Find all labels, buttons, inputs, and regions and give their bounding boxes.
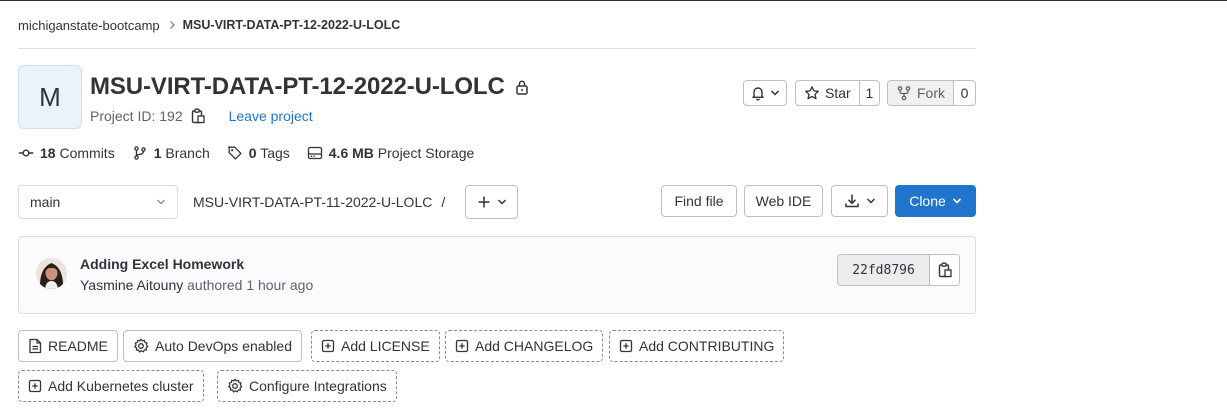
disk-icon <box>307 145 323 161</box>
plus-icon <box>477 195 491 209</box>
star-icon <box>804 85 820 101</box>
commits-link[interactable]: 18 Commits <box>18 145 115 161</box>
breadcrumb-group-link[interactable]: michiganstate-bootcamp <box>18 18 160 33</box>
add-kubernetes-button[interactable]: Add Kubernetes cluster <box>18 370 204 402</box>
add-contributing-button[interactable]: Add CONTRIBUTING <box>609 330 785 362</box>
tags-count: 0 <box>248 145 257 161</box>
star-label: Star <box>825 85 851 101</box>
find-file-label: Find file <box>674 193 724 209</box>
web-ide-button[interactable]: Web IDE <box>744 185 823 217</box>
repo-path-breadcrumb: MSU-VIRT-DATA-PT-11-2022-U-LOLC / <box>193 193 445 211</box>
fork-count[interactable]: 0 <box>953 81 975 105</box>
gear-icon <box>133 338 149 354</box>
commit-icon <box>18 145 34 161</box>
project-title: MSU-VIRT-DATA-PT-12-2022-U-LOLC <box>90 72 529 102</box>
project-name: MSU-VIRT-DATA-PT-12-2022-U-LOLC <box>90 73 505 100</box>
top-border <box>0 0 1227 1</box>
plus-square-icon <box>619 339 633 353</box>
add-kubernetes-label: Add Kubernetes cluster <box>48 378 194 394</box>
clone-label: Clone <box>909 193 946 209</box>
chevron-right-icon <box>168 20 176 30</box>
fork-main[interactable]: Fork <box>888 81 953 105</box>
commit-sha[interactable]: 22fd8796 <box>838 255 930 285</box>
chevron-down-icon <box>866 197 876 205</box>
plus-square-icon <box>28 379 42 393</box>
divider <box>18 48 976 49</box>
find-file-button[interactable]: Find file <box>661 185 737 217</box>
project-id: Project ID: 192 <box>90 108 183 124</box>
star-button[interactable]: Star 1 <box>795 80 880 106</box>
branches-link[interactable]: 1 Branch <box>132 145 210 161</box>
breadcrumb-project-link[interactable]: MSU-VIRT-DATA-PT-12-2022-U-LOLC <box>183 18 401 32</box>
leave-project-link[interactable]: Leave project <box>229 108 313 124</box>
fork-label: Fork <box>917 85 945 101</box>
readme-button[interactable]: README <box>18 330 118 362</box>
commits-count: 18 <box>40 145 56 161</box>
fork-button[interactable]: Fork 0 <box>887 80 976 106</box>
star-main[interactable]: Star <box>796 81 859 105</box>
chevron-down-icon <box>497 198 507 206</box>
storage-link[interactable]: 4.6 MB Project Storage <box>307 145 475 161</box>
copy-project-id-icon[interactable] <box>191 108 205 124</box>
fork-icon <box>896 85 912 101</box>
lock-icon <box>515 79 529 95</box>
chevron-down-icon <box>156 198 166 206</box>
auto-devops-label: Auto DevOps enabled <box>155 338 292 354</box>
add-changelog-label: Add CHANGELOG <box>475 338 594 354</box>
configure-integrations-button[interactable]: Configure Integrations <box>217 370 397 402</box>
commit-time: 1 hour ago <box>246 277 314 293</box>
readme-label: README <box>48 338 108 354</box>
plus-square-icon <box>321 339 335 353</box>
repo-root-link[interactable]: MSU-VIRT-DATA-PT-11-2022-U-LOLC <box>193 194 432 210</box>
notification-dropdown[interactable] <box>743 80 787 106</box>
plus-square-icon <box>455 339 469 353</box>
project-avatar: M <box>18 65 82 129</box>
project-stats: 18 Commits 1 Branch 0 Tags 4.6 MB Projec… <box>18 144 491 162</box>
branch-icon <box>132 145 148 161</box>
add-license-button[interactable]: Add LICENSE <box>311 330 440 362</box>
branch-selector[interactable]: main <box>18 185 178 219</box>
breadcrumb: michiganstate-bootcamp MSU-VIRT-DATA-PT-… <box>18 16 400 34</box>
project-avatar-letter: M <box>39 81 61 112</box>
auto-devops-button[interactable]: Auto DevOps enabled <box>123 330 302 362</box>
tag-icon <box>227 145 243 161</box>
gear-icon <box>227 378 243 394</box>
add-license-label: Add LICENSE <box>341 338 430 354</box>
add-contributing-label: Add CONTRIBUTING <box>639 338 775 354</box>
branch-selector-value: main <box>30 194 61 210</box>
document-icon <box>28 338 42 354</box>
branches-label: Branch <box>165 145 210 161</box>
clone-dropdown[interactable]: Clone <box>895 185 976 217</box>
bell-icon <box>750 85 766 101</box>
last-commit-panel: Adding Excel Homework Yasmine Aitouny au… <box>18 236 976 314</box>
storage-label: Project Storage <box>377 145 475 161</box>
commits-label: Commits <box>59 145 115 161</box>
chevron-down-icon <box>770 89 780 97</box>
web-ide-label: Web IDE <box>755 193 812 209</box>
configure-integrations-label: Configure Integrations <box>249 378 387 394</box>
storage-size: 4.6 MB <box>328 145 374 161</box>
branches-count: 1 <box>153 145 162 161</box>
path-separator: / <box>441 194 446 210</box>
commit-meta: Yasmine Aitouny authored 1 hour ago <box>80 277 313 293</box>
add-to-tree-dropdown[interactable] <box>465 185 518 219</box>
tags-label: Tags <box>260 145 290 161</box>
author-avatar[interactable] <box>36 258 67 289</box>
commit-title[interactable]: Adding Excel Homework <box>80 256 244 272</box>
star-count[interactable]: 1 <box>858 81 879 105</box>
commit-sha-group: 22fd8796 <box>837 254 960 286</box>
copy-sha-icon[interactable] <box>930 255 959 285</box>
commit-author[interactable]: Yasmine Aitouny <box>80 277 183 293</box>
download-dropdown[interactable] <box>831 185 888 217</box>
download-icon <box>844 193 860 209</box>
project-subinfo: Project ID: 192 Leave project <box>90 106 313 126</box>
chevron-down-icon <box>952 197 962 205</box>
tags-link[interactable]: 0 Tags <box>227 145 290 161</box>
commit-action: authored <box>187 277 243 293</box>
add-changelog-button[interactable]: Add CHANGELOG <box>445 330 604 362</box>
